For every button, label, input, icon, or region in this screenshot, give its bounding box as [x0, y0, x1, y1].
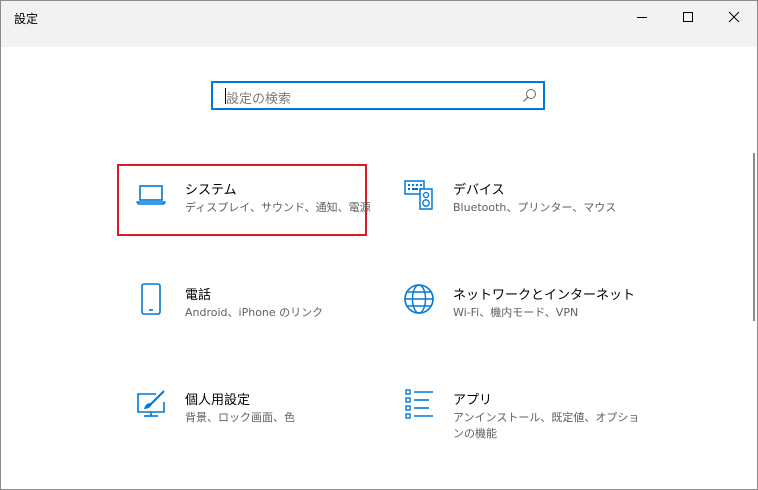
tile-network[interactable]: ネットワークとインターネット Wi-Fi、機内モード、VPN: [385, 269, 635, 341]
tile-label: デバイス: [453, 183, 505, 198]
maximize-icon: [683, 12, 693, 22]
keyboard-speaker-icon: [403, 178, 435, 210]
paint-brush-icon: [135, 388, 167, 420]
close-button[interactable]: [711, 1, 757, 33]
maximize-button[interactable]: [665, 1, 711, 33]
globe-icon: [403, 283, 435, 315]
tile-label: システム: [185, 183, 237, 198]
app-list-icon: [403, 388, 435, 420]
tile-description: 背景、ロック画面、色: [185, 411, 295, 424]
close-icon: [728, 11, 740, 23]
search-placeholder: 設定の検索: [226, 92, 292, 107]
minimize-icon: [637, 17, 647, 18]
tile-description: Wi-Fi、機内モード、VPN: [453, 306, 579, 319]
tile-label: アプリ: [453, 393, 493, 408]
tile-description: アンインストール、既定値、オプションの機能: [453, 411, 640, 440]
tile-phone[interactable]: 電話 Android、iPhone のリンク: [117, 269, 367, 341]
scrollbar[interactable]: [753, 153, 755, 321]
tile-description: Android、iPhone のリンク: [185, 306, 324, 319]
window-title: 設定: [14, 12, 39, 26]
title-bar: 設定: [1, 1, 757, 47]
settings-window: 設定 設定の検索 システム ディスプレイ、サウンド、通知、電源 デバイス Blu…: [0, 0, 758, 490]
phone-icon: [135, 283, 167, 315]
tile-label: 電話: [185, 288, 212, 303]
tile-system[interactable]: システム ディスプレイ、サウンド、通知、電源: [117, 164, 371, 236]
tile-personalization[interactable]: 個人用設定 背景、ロック画面、色: [117, 374, 367, 446]
minimize-button[interactable]: [619, 1, 665, 33]
tile-description: Bluetooth、プリンター、マウス: [453, 201, 617, 214]
tile-description: ディスプレイ、サウンド、通知、電源: [185, 201, 371, 214]
search-input[interactable]: 設定の検索: [211, 81, 545, 110]
search-icon[interactable]: [522, 88, 537, 107]
tile-label: ネットワークとインターネット: [453, 288, 636, 303]
tile-apps[interactable]: アプリ アンインストール、既定値、オプションの機能: [385, 374, 639, 446]
tile-label: 個人用設定: [185, 393, 251, 408]
tile-devices[interactable]: デバイス Bluetooth、プリンター、マウス: [385, 164, 635, 236]
laptop-icon: [135, 178, 167, 210]
